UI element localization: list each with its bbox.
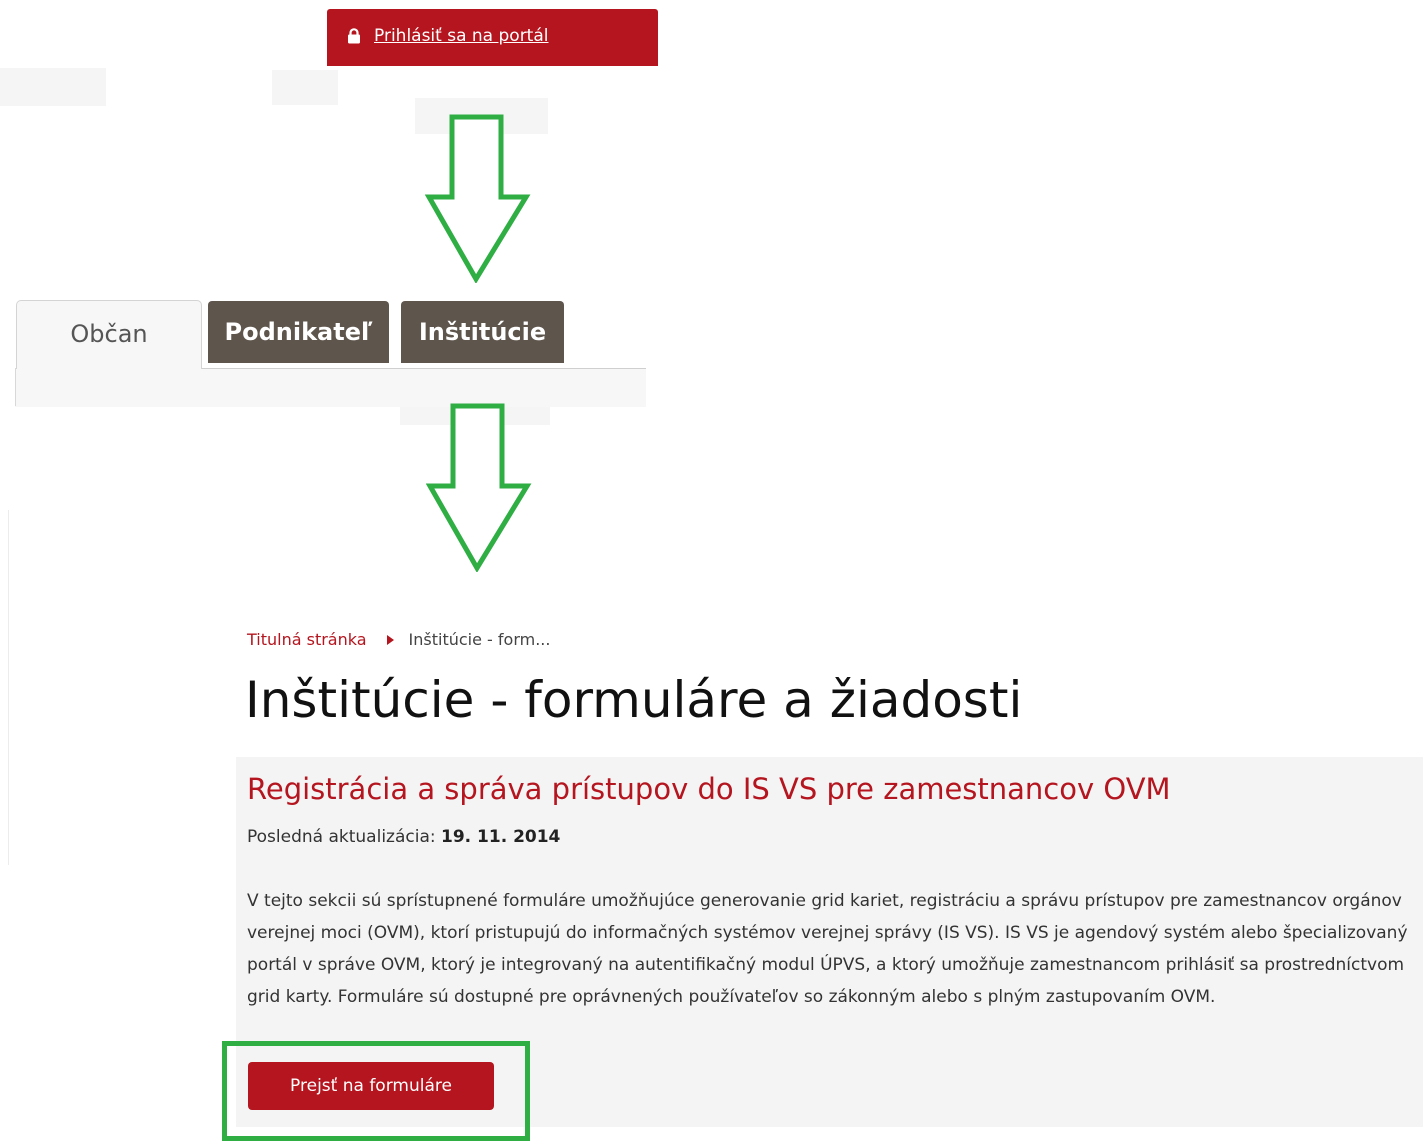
- tabs-panel: [15, 368, 646, 407]
- section-heading-link[interactable]: Registrácia a správa prístupov do IS VS …: [247, 772, 1171, 806]
- breadcrumb-separator-icon: [386, 634, 394, 645]
- login-bar[interactable]: Prihlásiť sa na portál: [327, 9, 658, 66]
- last-updated-label: Posledná aktualizácia:: [247, 827, 436, 847]
- background-artifact: [0, 68, 106, 106]
- breadcrumb: Titulná stránka Inštitúcie - form...: [247, 630, 550, 649]
- breadcrumb-home-link[interactable]: Titulná stránka: [247, 630, 367, 649]
- background-artifact: [272, 70, 338, 105]
- go-to-forms-button[interactable]: Prejsť na formuláre: [248, 1062, 494, 1110]
- last-updated: Posledná aktualizácia: 19. 11. 2014: [247, 827, 560, 847]
- tab-podnikatel[interactable]: Podnikateľ: [208, 301, 389, 363]
- lock-icon: [348, 28, 360, 44]
- page-title: Inštitúcie - formuláre a žiadosti: [245, 671, 1023, 729]
- last-updated-date: 19. 11. 2014: [441, 827, 561, 847]
- down-arrow-annotation: [426, 403, 532, 572]
- login-link[interactable]: Prihlásiť sa na portál: [374, 26, 549, 46]
- section-description: V tejto sekcii sú sprístupnené formuláre…: [247, 891, 1408, 1007]
- breadcrumb-current: Inštitúcie - form...: [408, 630, 551, 649]
- tabs-panel-edge: [15, 368, 16, 406]
- background-artifact: [8, 510, 9, 865]
- down-arrow-annotation: [425, 114, 531, 283]
- tab-institucie[interactable]: Inštitúcie: [401, 301, 564, 363]
- tab-obcan[interactable]: Občan: [16, 300, 202, 369]
